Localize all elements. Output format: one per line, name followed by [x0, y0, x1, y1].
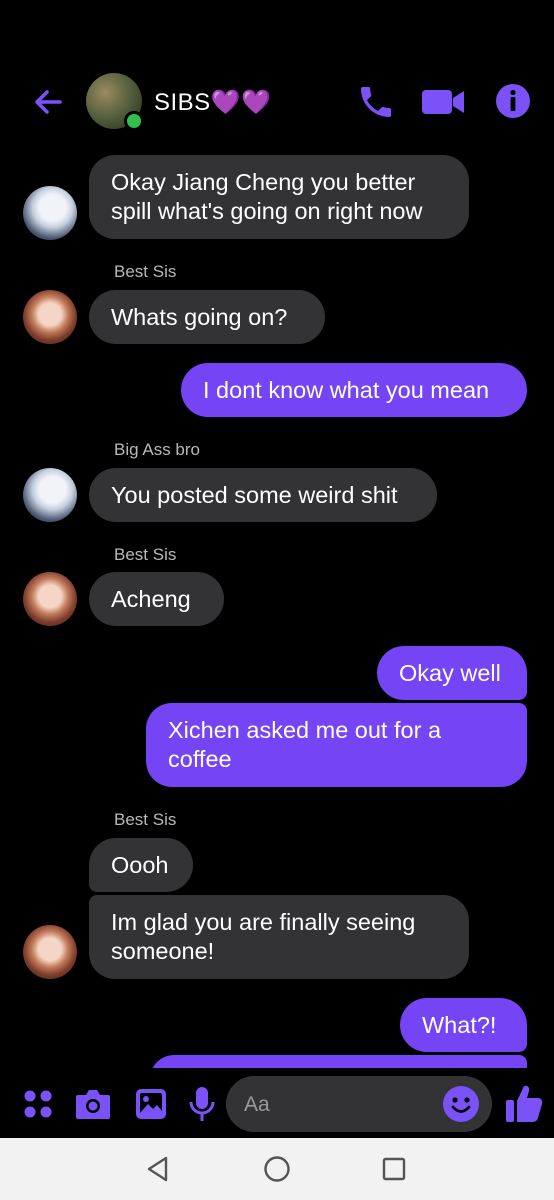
sender-name: Big Ass bro — [114, 440, 200, 459]
avatar[interactable] — [23, 925, 77, 979]
nav-home-icon[interactable] — [261, 1153, 293, 1185]
incoming-message[interactable]: Im glad you are finally seeing someone! — [89, 895, 469, 979]
nav-recents-icon[interactable] — [378, 1153, 410, 1185]
group-avatar[interactable] — [86, 73, 144, 131]
emoji-icon[interactable] — [442, 1085, 480, 1123]
incoming-message[interactable]: You posted some weird shit — [89, 468, 437, 522]
info-icon[interactable] — [494, 82, 532, 120]
incoming-message[interactable]: Oooh — [89, 838, 193, 892]
back-arrow-icon[interactable] — [28, 82, 68, 122]
outgoing-message[interactable]: I dont know what you mean — [181, 363, 527, 417]
phone-icon[interactable] — [356, 82, 396, 122]
outgoing-message[interactable]: Okay well — [377, 646, 527, 700]
conversation-header: SIBS💜💜 — [0, 62, 554, 142]
camera-icon[interactable] — [74, 1087, 112, 1121]
outgoing-message[interactable]: What?! — [400, 998, 527, 1052]
system-navigation-bar — [0, 1138, 554, 1200]
incoming-message[interactable]: Okay Jiang Cheng you better spill what's… — [89, 155, 469, 239]
avatar[interactable] — [23, 572, 77, 626]
incoming-message[interactable]: Acheng — [89, 572, 224, 626]
microphone-icon[interactable] — [188, 1085, 216, 1123]
apps-grid-icon[interactable] — [22, 1088, 54, 1120]
online-status-dot — [124, 111, 144, 131]
avatar[interactable] — [23, 186, 77, 240]
message-input[interactable]: Aa — [226, 1076, 492, 1132]
avatar[interactable] — [23, 290, 77, 344]
avatar[interactable] — [23, 468, 77, 522]
nav-back-icon[interactable] — [142, 1153, 174, 1185]
sender-name: Best Sis — [114, 545, 177, 564]
thumbs-up-icon[interactable] — [504, 1082, 544, 1124]
incoming-message[interactable]: Whats going on? — [89, 290, 325, 344]
sender-name: Best Sis — [114, 810, 177, 829]
video-camera-icon[interactable] — [420, 84, 466, 120]
sender-name: Best Sis — [114, 262, 177, 281]
outgoing-message[interactable]: Xichen asked me out for a coffee — [146, 703, 527, 787]
message-input-placeholder: Aa — [244, 1093, 270, 1116]
image-icon[interactable] — [134, 1087, 168, 1121]
message-composer: Aa — [0, 1068, 554, 1138]
conversation-title[interactable]: SIBS💜💜 — [154, 88, 271, 117]
